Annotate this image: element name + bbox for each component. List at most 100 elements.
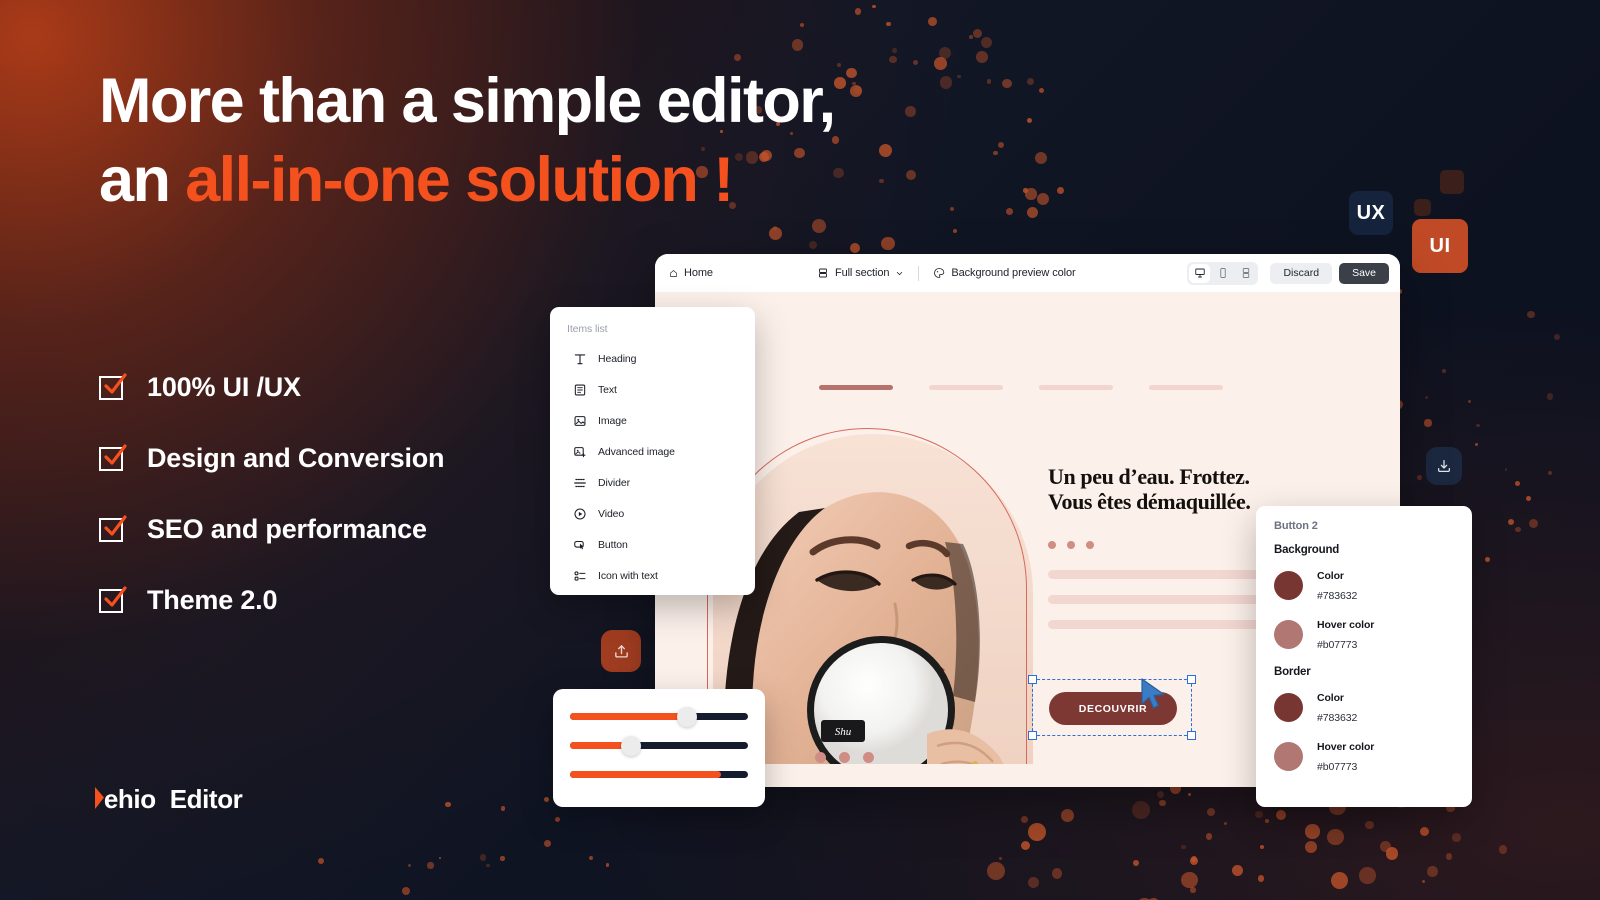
mobile-icon xyxy=(1220,268,1226,278)
decorative-dot xyxy=(1427,866,1438,877)
decorative-dot xyxy=(1445,853,1453,860)
decorative-dot xyxy=(1223,821,1228,825)
slider-fill xyxy=(570,771,722,778)
mouse-cursor-icon xyxy=(1141,678,1165,709)
decorative-dot xyxy=(427,862,434,869)
decorative-dot xyxy=(1485,556,1491,562)
decorative-dot xyxy=(588,855,593,861)
decorative-dot xyxy=(968,34,974,40)
item-icon-with-text[interactable]: Icon with text xyxy=(550,560,755,591)
background-preview-color-control[interactable]: Background preview color xyxy=(933,267,1076,279)
feature-label: SEO and performance xyxy=(147,514,427,544)
step-indicator-item[interactable] xyxy=(819,385,893,390)
decorative-dot xyxy=(1026,118,1032,124)
decorative-dot xyxy=(1026,206,1039,218)
save-button[interactable]: Save xyxy=(1339,262,1389,284)
heading-icon xyxy=(572,351,587,366)
upload-button[interactable] xyxy=(601,630,641,672)
decorative-dot xyxy=(1056,187,1064,195)
device-toggle-tablet[interactable] xyxy=(1235,264,1256,283)
device-toggle-mobile[interactable] xyxy=(1212,264,1233,283)
decorative-dot xyxy=(939,46,952,59)
decorative-dot xyxy=(800,22,805,27)
color-swatch[interactable] xyxy=(1274,619,1303,649)
section-selector[interactable]: Full section xyxy=(817,267,904,279)
color-swatch-row[interactable]: Color #783632 xyxy=(1274,565,1472,605)
download-button[interactable] xyxy=(1426,447,1462,485)
decorative-dot xyxy=(1132,860,1140,867)
item-label: Advanced image xyxy=(598,445,675,458)
color-swatch[interactable] xyxy=(1274,570,1303,600)
step-indicator-item[interactable] xyxy=(929,385,1003,390)
decorative-dot xyxy=(479,854,486,861)
resize-handle-top-right[interactable] xyxy=(1187,675,1196,684)
item-image[interactable]: Image xyxy=(550,405,755,436)
slider-control[interactable] xyxy=(570,706,748,727)
slider-knob[interactable] xyxy=(620,735,641,756)
step-indicator-item[interactable] xyxy=(1149,385,1223,390)
breadcrumb-home[interactable]: Home xyxy=(669,267,713,279)
carousel-dot[interactable] xyxy=(815,752,826,763)
editor-toolbar: Home Full section Background preview col… xyxy=(655,254,1400,292)
feature-item: SEO and performance xyxy=(99,494,444,565)
decorative-dot xyxy=(605,862,610,867)
item-text[interactable]: Text xyxy=(550,374,755,405)
decorative-dot xyxy=(1417,475,1423,480)
carousel-dot[interactable] xyxy=(863,752,874,763)
items-list-panel: Items list Heading Text Image Advanced i… xyxy=(550,307,755,595)
slider-control[interactable] xyxy=(570,771,748,778)
color-swatch-row[interactable]: Hover color #b07773 xyxy=(1274,614,1472,654)
decorative-dot xyxy=(1180,871,1198,889)
color-swatch-row[interactable]: Hover color #b07773 xyxy=(1274,736,1472,776)
item-label: Image xyxy=(598,414,627,427)
decorative-dot xyxy=(1188,793,1192,797)
resize-handle-bottom-right[interactable] xyxy=(1187,731,1196,740)
chevron-down-icon xyxy=(897,271,903,275)
discard-button[interactable]: Discard xyxy=(1270,262,1333,284)
decorative-dot xyxy=(500,806,506,812)
home-label: Home xyxy=(684,267,713,279)
background-preview-color-label: Background preview color xyxy=(951,267,1076,279)
decorative-dot xyxy=(1527,310,1535,319)
feature-label: Theme 2.0 xyxy=(147,585,278,615)
item-heading[interactable]: Heading xyxy=(550,343,755,374)
decorative-dot xyxy=(1207,808,1216,817)
item-label: Icon with text xyxy=(598,569,658,582)
decorative-dot xyxy=(1181,844,1186,850)
decorative-dot xyxy=(987,862,1006,881)
slider-knob[interactable] xyxy=(677,706,698,727)
decorative-dot xyxy=(1060,808,1075,823)
decorative-dot xyxy=(854,8,862,16)
resize-handle-bottom-left[interactable] xyxy=(1028,731,1037,740)
toolbar-divider xyxy=(918,265,920,281)
color-swatch-row[interactable]: Color #783632 xyxy=(1274,687,1472,727)
decorative-dot xyxy=(1191,855,1198,862)
item-label: Button xyxy=(598,538,628,551)
item-divider[interactable]: Divider xyxy=(550,467,755,498)
page-title: More than a simple editor, an all-in-one… xyxy=(99,62,979,220)
decorative-dot xyxy=(1331,871,1349,889)
item-video[interactable]: Video xyxy=(550,498,755,529)
decorative-dot xyxy=(980,36,993,49)
device-toggle-desktop[interactable] xyxy=(1189,263,1211,283)
decorative-dot xyxy=(1020,840,1031,851)
item-advanced-image[interactable]: Advanced image xyxy=(550,436,755,467)
decorative-dot xyxy=(1421,879,1425,883)
decorative-dot xyxy=(1419,827,1429,837)
decorative-dot xyxy=(1476,423,1480,428)
color-swatch[interactable] xyxy=(1274,692,1303,722)
decorative-dot xyxy=(1515,526,1521,532)
slider-fill xyxy=(570,713,688,720)
items-list-title: Items list xyxy=(567,323,608,335)
step-indicator-item[interactable] xyxy=(1039,385,1113,390)
decorative-dot xyxy=(1038,87,1045,94)
selection-box[interactable]: DECOUVRIR xyxy=(1028,675,1196,740)
slider-control[interactable] xyxy=(570,735,748,756)
decorative-dot xyxy=(1028,823,1047,841)
item-button[interactable]: Button xyxy=(550,529,755,560)
color-swatch[interactable] xyxy=(1274,741,1303,771)
carousel-dot[interactable] xyxy=(839,752,850,763)
decorative-dot xyxy=(772,226,777,231)
resize-handle-top-left[interactable] xyxy=(1028,675,1037,684)
swatch-label: Color xyxy=(1317,692,1344,704)
